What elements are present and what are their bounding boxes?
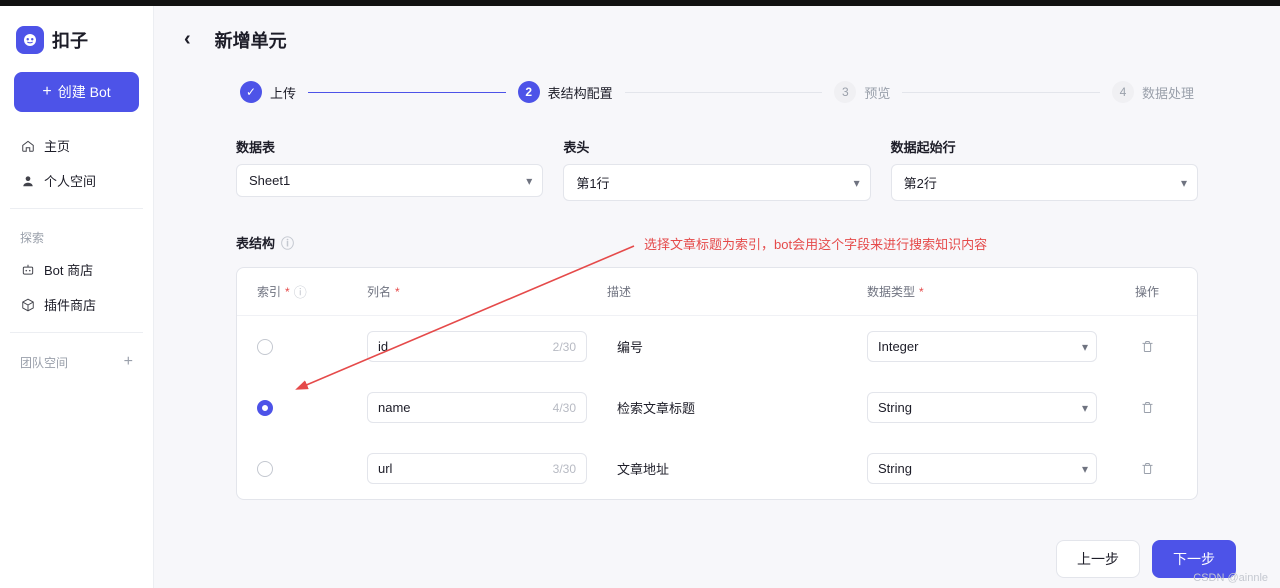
structure-title: 表结构 ⓘ — [236, 233, 294, 252]
sidebar-group-team: 团队空间 + — [10, 343, 143, 381]
sidebar-item-label: 插件商店 — [44, 295, 96, 314]
step-idle-icon: 4 — [1112, 81, 1134, 103]
step-structure: 2 表结构配置 — [518, 81, 613, 103]
home-icon — [20, 138, 36, 154]
user-icon — [20, 173, 36, 189]
start-row-select[interactable]: 第2行 ▾ — [891, 164, 1198, 201]
back-button[interactable]: ‹ — [176, 24, 199, 55]
sidebar-item-label: 个人空间 — [44, 171, 96, 190]
sidebar-item-home[interactable]: 主页 — [10, 128, 143, 163]
data-table-select[interactable]: Sheet1 ▾ — [236, 164, 543, 197]
column-desc[interactable]: 检索文章标题 — [607, 391, 847, 424]
step-label: 上传 — [270, 83, 296, 102]
delete-row-button[interactable] — [1117, 400, 1177, 415]
sidebar-group-label: 团队空间 — [20, 354, 68, 371]
chevron-down-icon: ▾ — [1082, 340, 1088, 354]
field-start-row: 数据起始行 第2行 ▾ — [891, 137, 1198, 201]
chevron-down-icon: ▾ — [526, 174, 532, 188]
col-index: 索引*ⓘ — [257, 282, 347, 301]
field-data-table: 数据表 Sheet1 ▾ — [236, 137, 543, 201]
field-label: 表头 — [563, 137, 870, 156]
column-desc[interactable]: 编号 — [607, 330, 847, 363]
step-idle-icon: 3 — [834, 81, 856, 103]
chevron-down-icon: ▾ — [1082, 401, 1088, 415]
step-done-icon: ✓ — [240, 81, 262, 103]
sidebar: 扣子 + 创建 Bot 主页 个人空间 探索 Bot 商店 — [0, 6, 154, 588]
delete-row-button[interactable] — [1117, 461, 1177, 476]
column-name-input[interactable]: id2/30 — [367, 331, 587, 362]
step-connector — [308, 92, 506, 93]
field-label: 数据起始行 — [891, 137, 1198, 156]
col-desc: 描述 — [607, 283, 847, 300]
step-connector — [902, 92, 1100, 93]
header-row-select[interactable]: 第1行 ▾ — [563, 164, 870, 201]
select-value: 第1行 — [576, 176, 609, 191]
select-value: 第2行 — [904, 176, 937, 191]
prev-button[interactable]: 上一步 — [1056, 540, 1140, 578]
brand-logo-icon — [16, 26, 44, 54]
chevron-down-icon: ▾ — [1082, 462, 1088, 476]
select-value: Sheet1 — [249, 173, 290, 188]
sidebar-item-personal[interactable]: 个人空间 — [10, 163, 143, 198]
chevron-down-icon: ▾ — [854, 176, 860, 190]
column-type-select[interactable]: String▾ — [867, 392, 1097, 423]
main-panel: ‹ 新增单元 ✓ 上传 2 表结构配置 3 预览 — [154, 6, 1280, 588]
table-row: url3/30 文章地址 String▾ — [237, 438, 1197, 499]
step-label: 表结构配置 — [548, 83, 613, 102]
column-type-select[interactable]: String▾ — [867, 453, 1097, 484]
add-team-button[interactable]: + — [124, 353, 133, 371]
sidebar-item-plugin-store[interactable]: 插件商店 — [10, 287, 143, 322]
brand-name: 扣子 — [52, 27, 88, 53]
plugin-store-icon — [20, 297, 36, 313]
step-preview: 3 预览 — [834, 81, 890, 103]
annotation-text: 选择文章标题为索引，bot会用这个字段来进行搜索知识内容 — [644, 234, 987, 253]
column-desc[interactable]: 文章地址 — [607, 452, 847, 485]
delete-row-button[interactable] — [1117, 339, 1177, 354]
field-label: 数据表 — [236, 137, 543, 156]
table-row: id2/30 编号 Integer▾ — [237, 316, 1197, 377]
chevron-down-icon: ▾ — [1181, 176, 1187, 190]
index-radio[interactable] — [257, 400, 273, 416]
step-process: 4 数据处理 — [1112, 81, 1194, 103]
col-type: 数据类型* — [867, 283, 1097, 300]
step-upload: ✓ 上传 — [240, 81, 296, 103]
field-header-row: 表头 第1行 ▾ — [563, 137, 870, 201]
create-bot-label: 创建 Bot — [58, 82, 111, 102]
step-indicator: ✓ 上传 2 表结构配置 3 预览 4 数据处理 — [236, 81, 1198, 103]
sidebar-item-label: 主页 — [44, 136, 70, 155]
sidebar-separator — [10, 208, 143, 209]
info-icon: ⓘ — [281, 233, 294, 252]
page-title: 新增单元 — [215, 27, 287, 53]
sidebar-item-bot-store[interactable]: Bot 商店 — [10, 252, 143, 287]
plus-icon: + — [42, 84, 51, 100]
bot-store-icon — [20, 262, 36, 278]
info-icon: ⓘ — [294, 282, 307, 301]
watermark: CSDN @ainnle — [1193, 572, 1268, 584]
step-label: 预览 — [864, 83, 890, 102]
brand-row: 扣子 — [10, 22, 143, 72]
col-name: 列名* — [367, 283, 587, 300]
table-header-row: 索引*ⓘ 列名* 描述 数据类型* 操作 — [237, 268, 1197, 316]
column-name-input[interactable]: name4/30 — [367, 392, 587, 423]
index-radio[interactable] — [257, 461, 273, 477]
sidebar-group-explore: 探索 — [10, 219, 143, 252]
col-op: 操作 — [1117, 283, 1177, 300]
index-radio[interactable] — [257, 339, 273, 355]
page-header: ‹ 新增单元 — [176, 24, 1258, 55]
column-name-input[interactable]: url3/30 — [367, 453, 587, 484]
sidebar-item-label: Bot 商店 — [44, 260, 93, 279]
sidebar-separator — [10, 332, 143, 333]
create-bot-button[interactable]: + 创建 Bot — [14, 72, 139, 112]
footer-actions: 上一步 下一步 — [176, 526, 1258, 588]
structure-table: 索引*ⓘ 列名* 描述 数据类型* 操作 id2/30 编号 Integer▾ … — [236, 267, 1198, 500]
table-row: name4/30 检索文章标题 String▾ — [237, 377, 1197, 438]
column-type-select[interactable]: Integer▾ — [867, 331, 1097, 362]
step-connector — [625, 92, 823, 93]
step-active-icon: 2 — [518, 81, 540, 103]
step-label: 数据处理 — [1142, 83, 1194, 102]
